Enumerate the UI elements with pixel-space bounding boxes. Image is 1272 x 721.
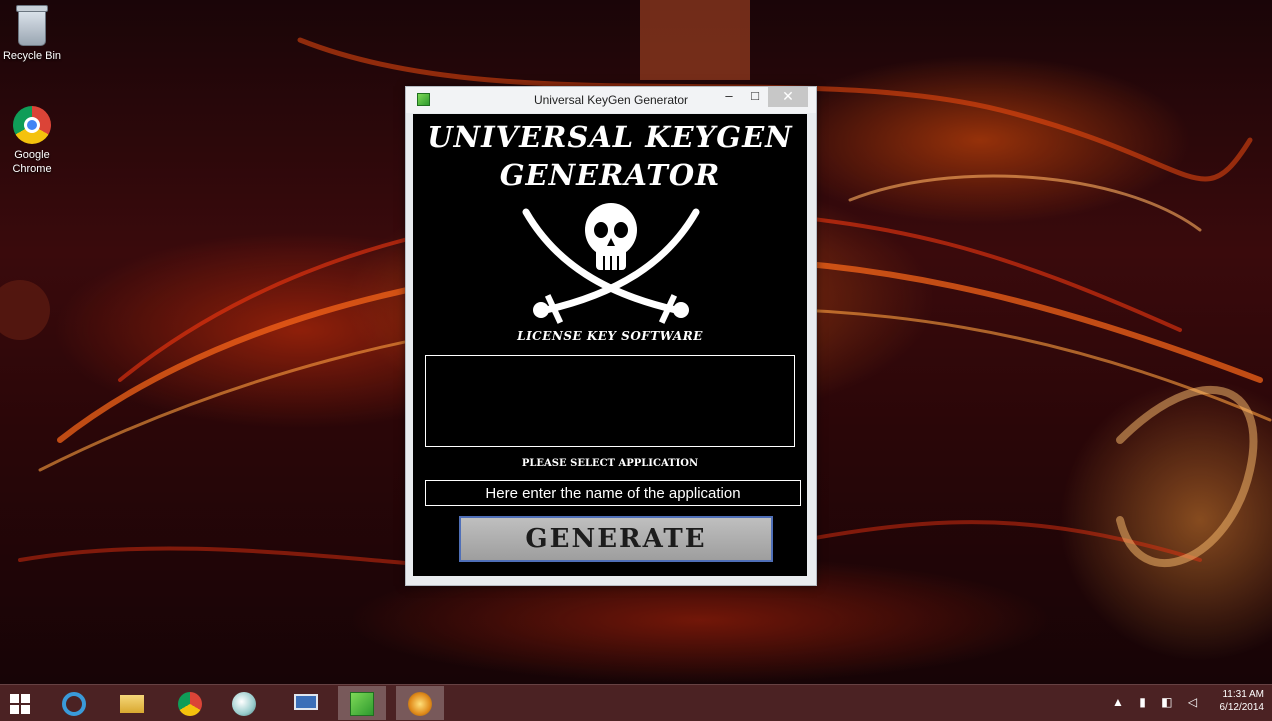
application-name-input[interactable] [425,480,801,506]
taskbar-paint[interactable] [220,686,268,720]
taskbar-running-app[interactable] [396,686,444,720]
start-icon [10,694,19,703]
taskbar-chrome[interactable] [166,686,214,720]
close-button[interactable]: ✕ [768,87,808,107]
logo-title-line1: UNIVERSAL KEYGEN [427,120,793,154]
keygen-window: Universal KeyGen Generator – □ ✕ UNIVERS… [405,86,817,586]
desktop-icon-label: Google Chrome [12,149,52,175]
minimize-button[interactable]: – [716,87,742,107]
taskbar: ▲ ▮ ◧ ◁ 11:31 AM 6/12/2014 [0,684,1272,721]
clock-time: 11:31 AM [1222,689,1264,700]
window-titlebar[interactable]: Universal KeyGen Generator – □ ✕ [406,87,816,113]
chrome-icon [178,692,202,716]
chrome-icon [13,106,51,144]
paint-icon [232,692,256,716]
clock-date: 6/12/2014 [1219,702,1265,713]
desktop-icon-google-chrome[interactable]: Google Chrome [0,106,64,176]
license-key-output[interactable] [425,355,795,447]
window-client-area: UNIVERSAL KEYGEN GENERATOR LICENSE KEY S… [413,114,807,576]
clock[interactable]: 11:31 AM 6/12/2014 [1220,688,1265,714]
remote-desktop-icon [294,694,318,710]
logo-subtitle: LICENSE KEY SOFTWARE [517,329,703,343]
taskbar-remote-desktop[interactable] [282,686,330,720]
keygen-app-icon [350,692,374,716]
skull-crossed-swords-icon [522,203,700,324]
select-application-label: PLEASE SELECT APPLICATION [521,458,699,469]
taskbar-file-explorer[interactable] [108,686,156,720]
desktop-icon-recycle-bin[interactable]: Recycle Bin [0,5,64,62]
recycle-bin-icon [16,5,48,46]
file-explorer-icon [120,695,144,713]
taskbar-internet-explorer[interactable] [50,686,98,720]
taskbar-keygen-app[interactable] [338,686,386,720]
internet-explorer-icon [62,692,86,716]
desktop-icon-label: Recycle Bin [2,50,62,62]
logo-title-line2: GENERATOR [499,158,721,192]
maximize-button[interactable]: □ [742,87,768,107]
generate-button[interactable]: GENERATE [459,516,773,562]
start-button[interactable] [10,694,30,714]
system-tray-icons[interactable]: ▲ ▮ ◧ ◁ [1112,695,1203,709]
running-app-icon [408,692,432,716]
